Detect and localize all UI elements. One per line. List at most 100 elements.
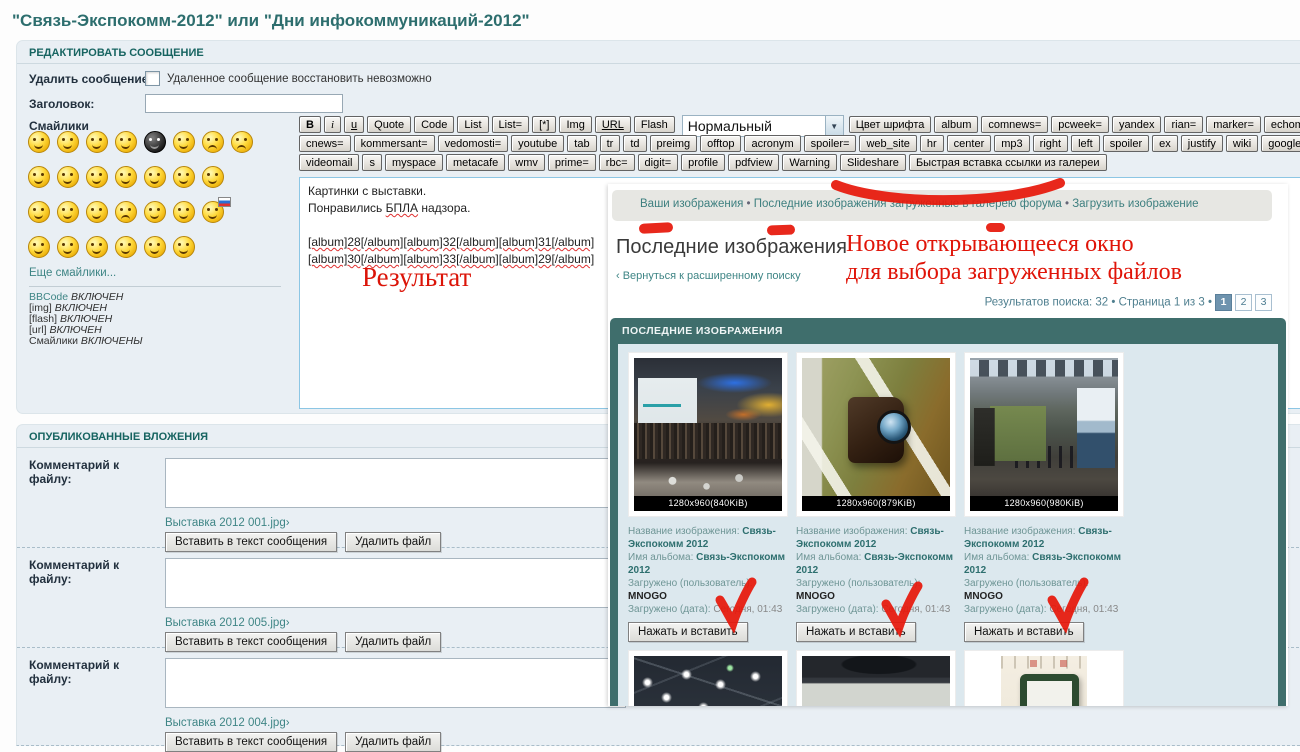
bbcode-button-pdfview[interactable]: pdfview (728, 154, 780, 171)
format-select[interactable]: Нормальный ▼ (681, 115, 844, 137)
bbcode-button-u[interactable]: u (344, 116, 365, 133)
ninja-smiley-icon[interactable] (144, 131, 166, 153)
bbcode-button-img[interactable]: Img (559, 116, 592, 133)
bbcode-button-album[interactable]: album (934, 116, 979, 133)
subject-input[interactable] (145, 94, 343, 113)
hide-smiley-icon[interactable] (173, 166, 195, 188)
comment-textarea[interactable] (165, 558, 626, 608)
page-number-1[interactable]: 1 (1215, 294, 1232, 311)
bbcode-button-right[interactable]: right (1032, 135, 1069, 152)
bbcode-button-spoiler[interactable]: spoiler (1102, 135, 1150, 152)
attachment-file-link[interactable]: Выставка 2012 004.jpg› (165, 717, 626, 729)
specs-smiley-icon[interactable] (144, 236, 166, 258)
bbcode-button-s[interactable]: s (362, 154, 382, 171)
insert-into-message-button[interactable]: Вставить в текст сообщения (165, 632, 338, 652)
smoke-smiley-icon[interactable] (57, 166, 79, 188)
bbcode-button-marker[interactable]: marker= (1206, 116, 1261, 133)
bbcode-button-justify[interactable]: justify (1180, 135, 1223, 152)
bbcode-button-left[interactable]: left (1071, 135, 1100, 152)
bbcode-button-youtube[interactable]: youtube (511, 135, 565, 152)
delete-file-button[interactable]: Удалить файл (345, 632, 442, 652)
crawl-smiley-icon[interactable] (202, 166, 224, 188)
bbcode-button-offtop[interactable]: offtop (700, 135, 742, 152)
bbcode-button-spoiler[interactable]: spoiler= (803, 135, 857, 152)
bbcode-button-pcweek[interactable]: pcweek= (1051, 116, 1109, 133)
bbcode-button-website[interactable]: web_site (859, 135, 917, 152)
more-smilies-link[interactable]: Еще смайлики... (29, 267, 116, 279)
angel-smiley-icon[interactable] (28, 236, 50, 258)
giggle-smiley-icon[interactable] (86, 201, 108, 223)
bbcode-button-i[interactable]: i (323, 116, 342, 133)
bbcode-button-profile[interactable]: profile (681, 154, 726, 171)
insert-into-message-button[interactable]: Вставить в текст сообщения (165, 532, 338, 552)
bbcode-button-slideshare[interactable]: Slideshare (839, 154, 906, 171)
bbcode-button-warning[interactable]: Warning (782, 154, 837, 171)
bbcode-button-echomsk[interactable]: echomsk (1263, 116, 1300, 133)
bbcode-button-kommersant[interactable]: kommersant= (353, 135, 435, 152)
photo-thumbnail-videowall-stand[interactable] (802, 656, 950, 706)
listen-smiley-icon[interactable] (173, 131, 195, 153)
shake-smiley-icon[interactable] (115, 131, 137, 153)
bbcode-button-center[interactable]: center (946, 135, 992, 152)
pompom-smiley-icon[interactable] (28, 201, 50, 223)
bbcode-button-[interactable]: [*] (532, 116, 557, 133)
insert-into-message-button[interactable]: Вставить в текст сообщения (165, 732, 338, 752)
think-smiley-icon[interactable] (86, 166, 108, 188)
bbcode-button-hr[interactable]: hr (919, 135, 944, 152)
grin-smiley-icon[interactable] (57, 131, 79, 153)
bbcode-button-metacafe[interactable]: metacafe (446, 154, 506, 171)
bbcode-button-list[interactable]: List= (491, 116, 530, 133)
comment-textarea[interactable] (165, 658, 626, 708)
flag-smiley-icon[interactable] (202, 197, 231, 223)
bbcode-button-td[interactable]: td (623, 135, 647, 152)
gallery-nav-link-2[interactable]: Загрузить изображение (1072, 198, 1198, 210)
punch-smiley-icon[interactable] (173, 236, 195, 258)
bbcode-button-googlevideo[interactable]: googlevideo (1261, 135, 1300, 152)
bbcode-button-comnews[interactable]: comnews= (981, 116, 1049, 133)
bbcode-button-cnews[interactable]: cnews= (299, 135, 351, 152)
photo-thumbnail-ceiling-lights[interactable] (634, 656, 782, 706)
bbcode-button-code[interactable]: Code (414, 116, 455, 133)
photo-thumbnail-expo-stand-crowd[interactable] (634, 358, 782, 496)
wink-smiley-icon[interactable] (28, 166, 50, 188)
bbcode-button-wmv[interactable]: wmv (508, 154, 545, 171)
page-number-2[interactable]: 2 (1235, 294, 1252, 311)
attachment-file-link[interactable]: Выставка 2012 005.jpg› (165, 617, 626, 629)
attachment-file-link[interactable]: Выставка 2012 001.jpg› (165, 517, 626, 529)
delete-file-button[interactable]: Удалить файл (345, 532, 442, 552)
bbcode-button-videomail[interactable]: videomail (299, 154, 360, 171)
bbcode-button-wiki[interactable]: wiki (1225, 135, 1259, 152)
photo-thumbnail-warehouse-visitors[interactable] (970, 358, 1118, 496)
bbcode-button-url[interactable]: URL (594, 116, 631, 133)
back-to-search-link[interactable]: ‹ Вернуться к расширенному поиску (616, 270, 801, 282)
bbcode-button-prime[interactable]: prime= (547, 154, 596, 171)
smile-smiley-icon[interactable] (115, 236, 137, 258)
photo-thumbnail-green-kiosk[interactable] (1001, 656, 1087, 706)
bbcode-button-tab[interactable]: tab (567, 135, 597, 152)
gallery-nav-link-0[interactable]: Ваши изображения (640, 198, 743, 210)
delete-message-checkbox[interactable] (145, 71, 160, 86)
bbcode-button-mp3[interactable]: mp3 (994, 135, 1030, 152)
bbcode-button-rbc[interactable]: rbc= (598, 154, 635, 171)
tongue-smiley-icon[interactable] (57, 201, 79, 223)
bbcode-button-digit[interactable]: digit= (637, 154, 679, 171)
glasses-smiley-icon[interactable] (144, 201, 166, 223)
page-number-3[interactable]: 3 (1255, 294, 1272, 311)
comment-textarea[interactable] (165, 458, 626, 508)
sad-smiley-icon[interactable] (202, 131, 224, 153)
bbcode-button-quote[interactable]: Quote (367, 116, 412, 133)
baby-smiley-icon[interactable] (57, 236, 79, 258)
bbcode-button-yandex[interactable]: yandex (1111, 116, 1162, 133)
bbcode-button-flash[interactable]: Flash (633, 116, 675, 133)
upset-smiley-icon[interactable] (231, 131, 253, 153)
fly-smiley-icon[interactable] (173, 201, 195, 223)
bbcode-button-ex[interactable]: ex (1152, 135, 1178, 152)
bbcode-button-preimg[interactable]: preimg (649, 135, 698, 152)
bbcode-button-b[interactable]: B (299, 116, 321, 133)
bbcode-button-tr[interactable]: tr (599, 135, 621, 152)
photo-thumbnail-retro-speaker[interactable] (802, 358, 950, 496)
write-smiley-icon[interactable] (86, 131, 108, 153)
bbcode-button-цветшрифта[interactable]: Цвет шрифта (848, 116, 932, 133)
bbcode-button-rian[interactable]: rian= (1164, 116, 1204, 133)
bbcode-button-vedomosti[interactable]: vedomosti= (437, 135, 509, 152)
